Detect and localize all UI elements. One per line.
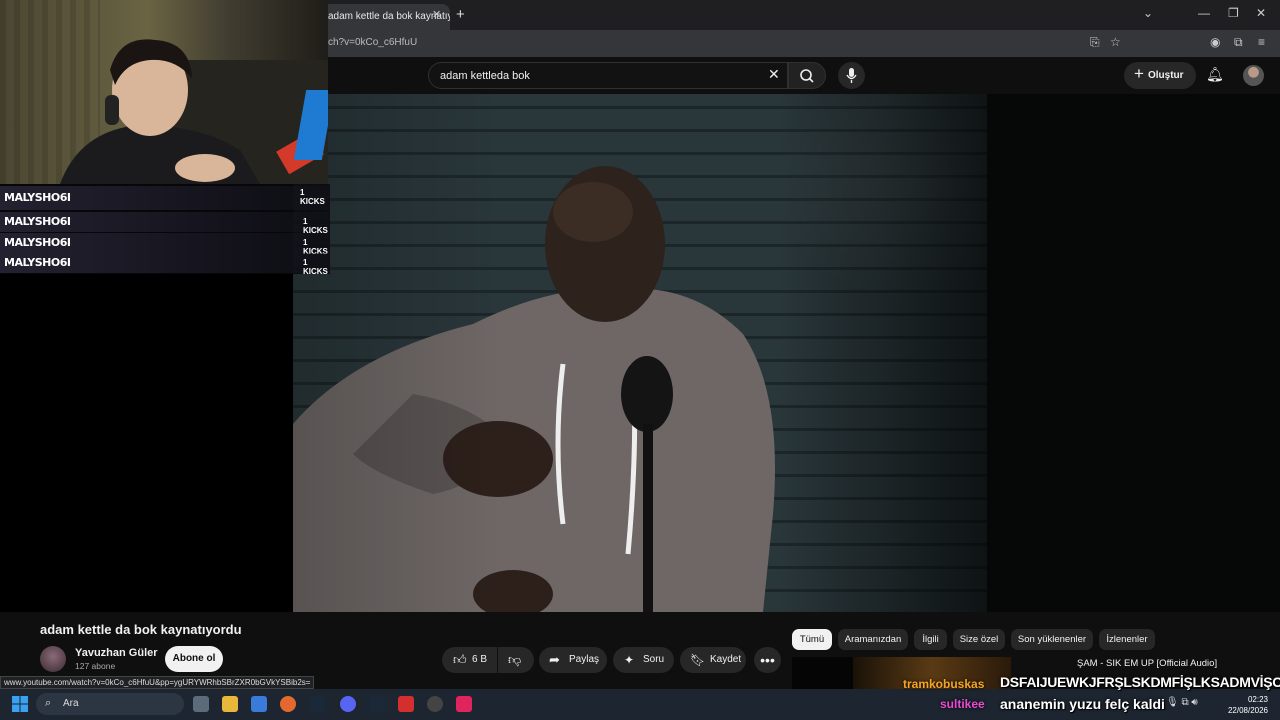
chat-username: MALYSHO6I bbox=[4, 215, 71, 228]
search-icon: ⌕ bbox=[45, 697, 52, 709]
chat-username: MALYSHO6I bbox=[4, 236, 71, 249]
video-vignette bbox=[293, 94, 987, 612]
extensions-icon[interactable]: ⧉ bbox=[1234, 35, 1243, 50]
save-button[interactable]: 🔖︎ Kaydet bbox=[680, 647, 746, 673]
channel-name[interactable]: Yavuzhan Güler bbox=[75, 647, 158, 659]
app-pink-icon[interactable] bbox=[456, 696, 472, 712]
steam-alt-icon[interactable] bbox=[369, 696, 385, 712]
alert-username: tramkobuskas bbox=[903, 677, 985, 691]
more-actions-icon[interactable]: ••• bbox=[754, 647, 781, 673]
like-button[interactable]: 👍︎ 6 B bbox=[442, 647, 497, 673]
search-input[interactable]: adam kettleda bok bbox=[428, 62, 788, 89]
minimize-icon[interactable]: — bbox=[1198, 6, 1210, 20]
chat-row: MALYSHO6I 1 KICKS bbox=[0, 186, 330, 210]
streamer-figure bbox=[60, 39, 328, 184]
alert-message: DSFAIJUEWKJFRŞLSKDMFİŞLKSADMVİŞCV bbox=[1000, 674, 1280, 690]
tab-close-icon[interactable]: ✕ bbox=[432, 8, 441, 21]
microphone-icon bbox=[846, 68, 857, 83]
webcam-overlay bbox=[0, 0, 328, 184]
bookmark-star-icon[interactable]: ☆ bbox=[1110, 35, 1121, 49]
chat-username: MALYSHO6I bbox=[4, 256, 71, 269]
chip-watched[interactable]: İzlenenler bbox=[1099, 629, 1155, 650]
thumbs-up-icon: 👍︎ bbox=[453, 652, 467, 667]
chip-for-you[interactable]: Size özel bbox=[953, 629, 1005, 650]
app-red-icon[interactable] bbox=[398, 696, 414, 712]
profile-icon[interactable]: ◉ bbox=[1210, 35, 1220, 49]
chip-all[interactable]: Tümü bbox=[792, 629, 832, 650]
like-count: 6 B bbox=[472, 654, 488, 665]
share-button[interactable]: ➦ Paylaş bbox=[539, 647, 607, 673]
chat-row: MALYSHO6I 1 KICKS bbox=[0, 233, 330, 256]
firefox-icon[interactable] bbox=[280, 696, 296, 712]
notifications-bell-icon[interactable]: 🔔︎ bbox=[1206, 66, 1224, 83]
browser-tab[interactable]: adam kettle da bok kaynatıyordu bbox=[322, 4, 450, 30]
share-label: Paylaş bbox=[569, 654, 600, 665]
task-view-icon[interactable] bbox=[193, 696, 209, 712]
obs-icon[interactable] bbox=[427, 696, 443, 712]
account-avatar[interactable] bbox=[1243, 65, 1264, 86]
video-title: adam kettle da bok kaynatıyordu bbox=[40, 622, 242, 637]
share-arrow-icon: ➦ bbox=[549, 652, 560, 667]
close-window-icon[interactable]: ✕ bbox=[1256, 6, 1266, 20]
recommendation-title[interactable]: ŞAM - SIK EM UP [Official Audio] bbox=[1077, 658, 1217, 669]
save-label: Kaydet bbox=[710, 654, 742, 665]
windows-start-icon[interactable] bbox=[12, 696, 28, 712]
taskbar-search[interactable]: Ara bbox=[36, 693, 184, 715]
ask-label: Soru bbox=[643, 654, 665, 665]
dislike-button[interactable]: 👎︎ bbox=[498, 647, 534, 673]
bookmark-icon: 🔖︎ bbox=[690, 653, 706, 667]
maximize-icon[interactable]: ❐ bbox=[1228, 6, 1239, 20]
file-explorer-icon[interactable] bbox=[222, 696, 238, 712]
tab-list-chevron-icon[interactable]: ⌄ bbox=[1143, 6, 1153, 20]
subscribe-button[interactable]: Abone ol bbox=[165, 646, 223, 672]
ask-button[interactable]: ✦ Soru bbox=[613, 647, 674, 673]
browser-menu-icon[interactable]: ≡ bbox=[1258, 35, 1265, 49]
alert-username: sultikee bbox=[940, 697, 985, 711]
chat-kicks-count: 1 KICKS bbox=[303, 258, 328, 276]
chat-row: MALYSHO6I 1 KICKS bbox=[0, 212, 330, 235]
search-icon bbox=[800, 69, 814, 83]
clear-search-icon[interactable]: ✕ bbox=[768, 66, 780, 83]
thumbs-down-icon: 👎︎ bbox=[508, 652, 522, 667]
clock-time: 02:23 bbox=[1247, 695, 1268, 704]
new-tab-icon[interactable]: + bbox=[456, 6, 465, 23]
video-letterbox bbox=[987, 94, 1280, 612]
discord-icon[interactable] bbox=[340, 696, 356, 712]
system-clock[interactable]: 02:23 22/08/2026 bbox=[1226, 694, 1268, 716]
chip-recently-uploaded[interactable]: Son yüklenenler bbox=[1011, 629, 1093, 650]
search-button[interactable] bbox=[788, 62, 826, 89]
channel-avatar[interactable] bbox=[40, 646, 66, 672]
sparkle-icon: ✦ bbox=[624, 653, 635, 667]
store-icon[interactable] bbox=[251, 696, 267, 712]
subscriber-count: 127 abone bbox=[75, 661, 116, 671]
voice-search-button[interactable] bbox=[838, 62, 865, 89]
alert-message: ananemin yuzu felç kaldi bbox=[1000, 696, 1165, 712]
chat-username: MALYSHO6I bbox=[4, 191, 71, 204]
chat-row: MALYSHO6I 1 KICKS bbox=[0, 253, 330, 276]
recommendation-thumbnail-edge bbox=[792, 657, 853, 690]
chip-from-search[interactable]: Aramanızdan bbox=[838, 629, 908, 650]
chip-related[interactable]: İlgili bbox=[914, 629, 947, 650]
chat-kicks-count: 1 KICKS bbox=[300, 188, 325, 206]
clock-date: 22/08/2026 bbox=[1227, 706, 1268, 715]
install-app-icon[interactable]: ⎘ bbox=[1090, 35, 1100, 50]
tray-icons[interactable]: 🎙︎ ⧉ 🔊︎ bbox=[1166, 697, 1198, 708]
link-status-bar: www.youtube.com/watch?v=0kCo_c6HfuU&pp=y… bbox=[0, 676, 315, 689]
plus-icon: + bbox=[1134, 64, 1144, 83]
steam-icon[interactable] bbox=[309, 696, 325, 712]
url-field[interactable]: ch?v=0kCo_c6HfuU bbox=[328, 37, 417, 48]
